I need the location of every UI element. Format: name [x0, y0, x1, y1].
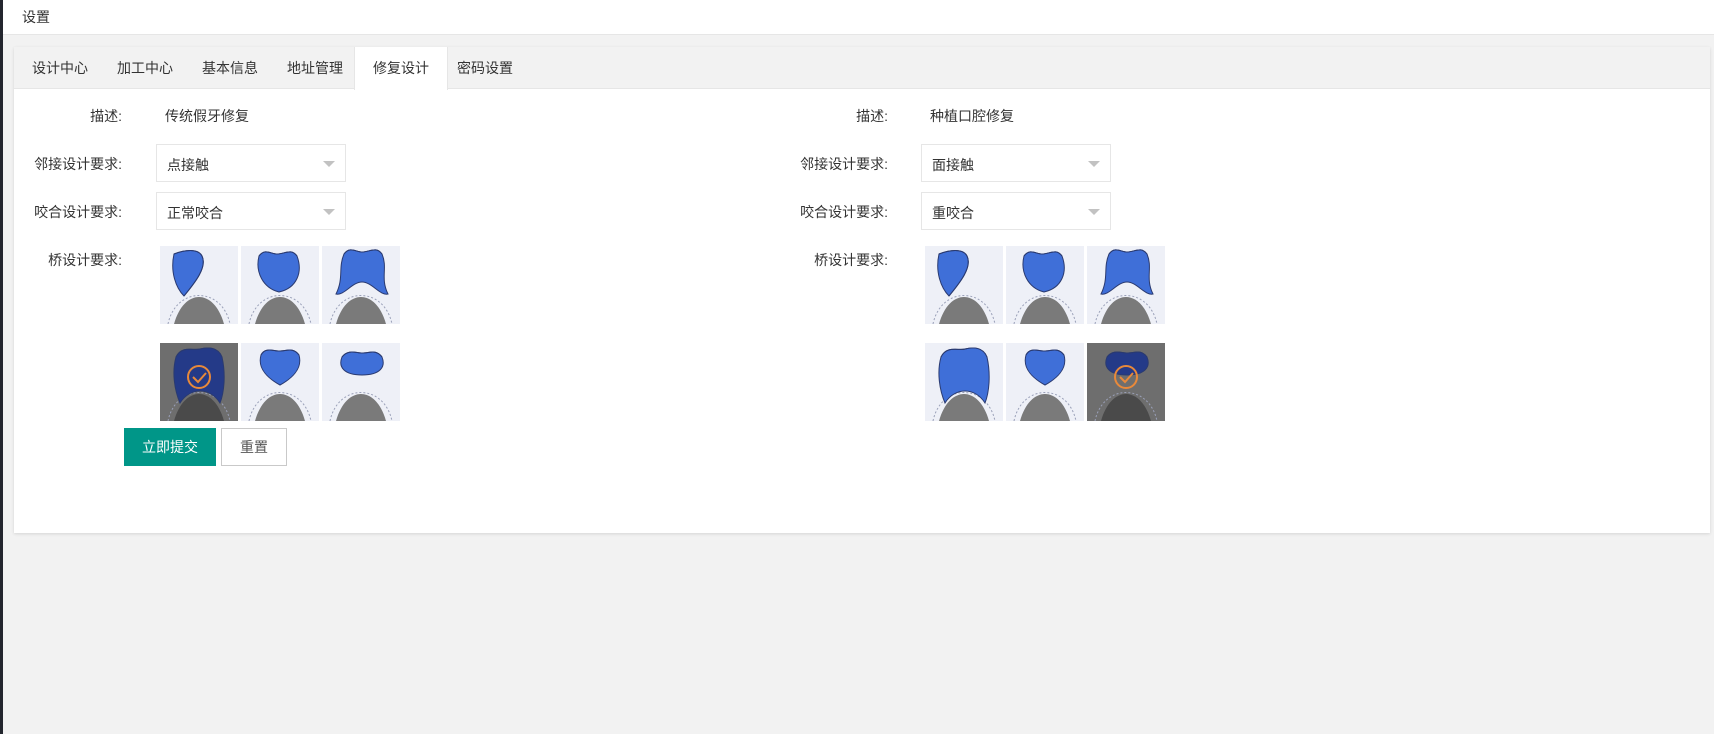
- bridge-option-ridge-lap[interactable]: [160, 343, 238, 421]
- bridge-option-saddle-crown[interactable]: [322, 246, 400, 324]
- right-bridge-options: [925, 246, 1185, 421]
- right-occlusal-label: 咬合设计要求:: [800, 204, 888, 220]
- left-occlusal-label: 咬合设计要求:: [34, 204, 122, 220]
- left-design-column: 描述: 传统假牙修复 邻接设计要求: 点接触 咬合设计要求: 正常咬合 桥设计要…: [14, 89, 844, 533]
- right-proximal-select[interactable]: 面接触: [921, 144, 1111, 182]
- settings-card: 设计中心 加工中心 基本信息 地址管理 修复设计 密码设置 描述: 传统假牙修复…: [14, 47, 1710, 533]
- bridge-option-bullet[interactable]: [241, 343, 319, 421]
- left-occlusal-select[interactable]: 正常咬合: [156, 192, 346, 230]
- tab-basic-info[interactable]: 基本信息: [184, 47, 276, 89]
- right-bridge-label: 桥设计要求:: [814, 252, 888, 268]
- right-design-column: 描述: 种植口腔修复 邻接设计要求: 面接触 咬合设计要求: 重咬合 桥设计要求…: [780, 89, 1610, 533]
- tab-processing-center[interactable]: 加工中心: [99, 47, 191, 89]
- bridge-option-full-crown[interactable]: [241, 246, 319, 324]
- left-proximal-value: 点接触: [167, 157, 209, 173]
- right-occlusal-select[interactable]: 重咬合: [921, 192, 1111, 230]
- left-proximal-label: 邻接设计要求:: [34, 156, 122, 172]
- tab-bar: 设计中心 加工中心 基本信息 地址管理 修复设计 密码设置: [14, 47, 1710, 90]
- bridge-option-tilted-crown[interactable]: [925, 246, 1003, 324]
- page-title: 设置: [22, 9, 50, 25]
- bridge-option-hygienic[interactable]: [1087, 343, 1165, 421]
- bridge-option-ridge-lap[interactable]: [925, 343, 1003, 421]
- right-occlusal-value: 重咬合: [932, 205, 974, 221]
- left-bridge-label: 桥设计要求:: [48, 252, 122, 268]
- left-desc-label: 描述:: [90, 108, 122, 124]
- tab-address-management[interactable]: 地址管理: [269, 47, 361, 89]
- caret-down-icon: [323, 161, 335, 167]
- tab-password-settings[interactable]: 密码设置: [439, 47, 531, 89]
- caret-down-icon: [323, 209, 335, 215]
- caret-down-icon: [1088, 209, 1100, 215]
- right-desc-value: 种植口腔修复: [930, 108, 1014, 124]
- bridge-option-tilted-crown[interactable]: [160, 246, 238, 324]
- bridge-option-saddle-crown[interactable]: [1087, 246, 1165, 324]
- tab-restoration-design[interactable]: 修复设计: [354, 47, 448, 90]
- left-bridge-options: [160, 246, 420, 421]
- caret-down-icon: [1088, 161, 1100, 167]
- bridge-option-full-crown[interactable]: [1006, 246, 1084, 324]
- left-desc-value: 传统假牙修复: [165, 108, 249, 124]
- right-proximal-value: 面接触: [932, 157, 974, 173]
- right-proximal-label: 邻接设计要求:: [800, 156, 888, 172]
- bridge-option-hygienic[interactable]: [322, 343, 400, 421]
- top-bar: 设置: [3, 0, 1714, 35]
- left-proximal-select[interactable]: 点接触: [156, 144, 346, 182]
- left-occlusal-value: 正常咬合: [167, 205, 223, 221]
- reset-button[interactable]: 重置: [221, 428, 287, 466]
- right-desc-label: 描述:: [856, 108, 888, 124]
- tab-design-center[interactable]: 设计中心: [14, 47, 106, 89]
- submit-button[interactable]: 立即提交: [124, 428, 216, 466]
- bridge-option-bullet[interactable]: [1006, 343, 1084, 421]
